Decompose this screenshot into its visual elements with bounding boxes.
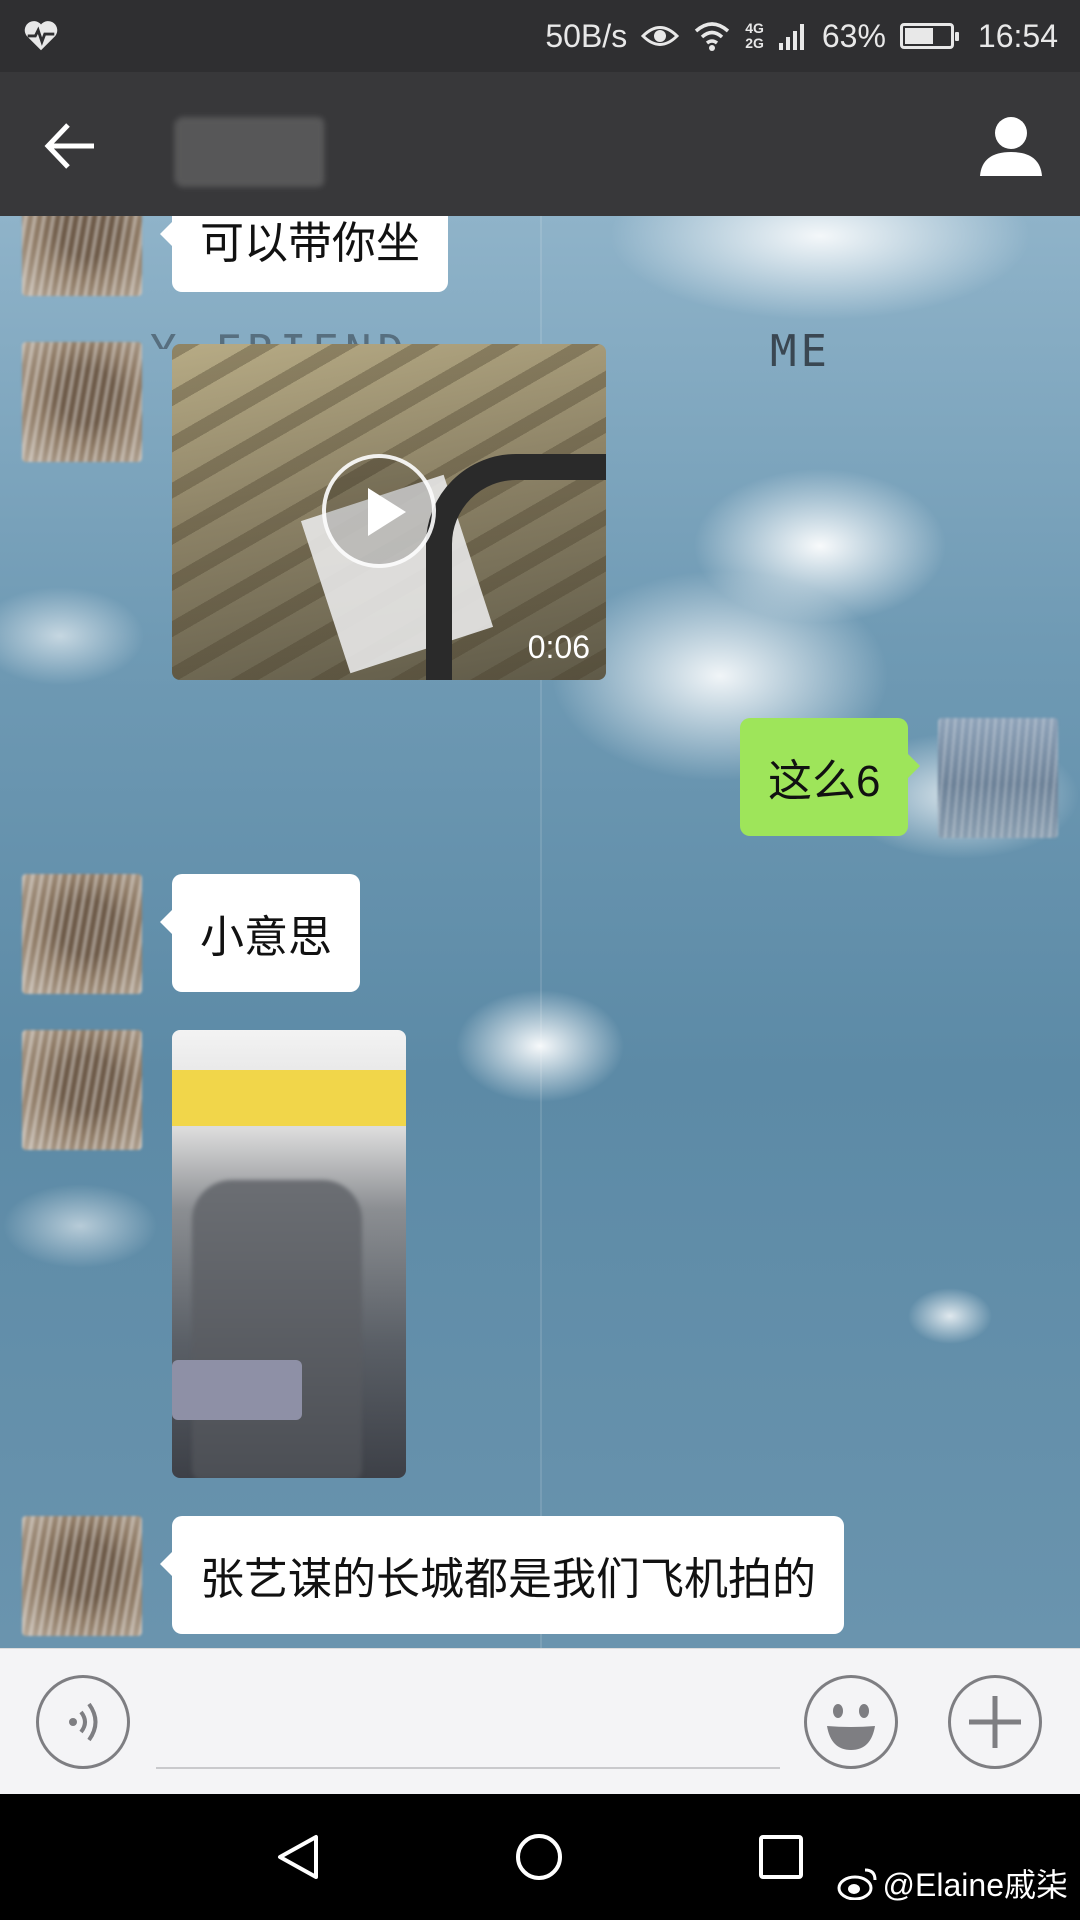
more-button[interactable] bbox=[948, 1675, 1042, 1769]
battery-icon bbox=[899, 23, 959, 49]
network-type-bottom: 2G bbox=[745, 35, 764, 51]
arrow-left-icon[interactable] bbox=[40, 116, 100, 176]
image-message[interactable] bbox=[172, 1030, 406, 1478]
person-icon[interactable] bbox=[978, 112, 1044, 178]
status-bar: 50B/s 4G 2G 63% 16:54 bbox=[0, 0, 1080, 72]
play-icon[interactable] bbox=[322, 454, 436, 568]
message-bubble-outgoing[interactable]: 这么6 bbox=[740, 718, 922, 836]
friend-avatar[interactable] bbox=[22, 342, 142, 462]
message-text: 张艺谋的长城都是我们飞机拍的 bbox=[200, 1555, 816, 1604]
wifi-icon bbox=[695, 22, 730, 51]
home-circle-icon[interactable] bbox=[514, 1832, 564, 1882]
navigation-bar: @Elaine戚柒 bbox=[0, 1794, 1080, 1920]
battery-percent: 63% bbox=[821, 17, 886, 54]
video-duration: 0:06 bbox=[527, 629, 590, 665]
chat-header bbox=[0, 72, 1080, 216]
heart-monitor-icon bbox=[24, 21, 58, 51]
photo-pilot bbox=[192, 1180, 362, 1478]
watermark-text: @Elaine戚柒 bbox=[882, 1867, 1068, 1903]
emoji-button[interactable] bbox=[804, 1675, 898, 1769]
message-text: 可以带你坐 bbox=[200, 219, 420, 268]
message-text: 这么6 bbox=[768, 757, 881, 806]
message-text: 小意思 bbox=[200, 913, 332, 962]
back-triangle-icon[interactable] bbox=[274, 1832, 324, 1882]
plus-icon bbox=[969, 1696, 1021, 1748]
friend-avatar[interactable] bbox=[22, 216, 142, 296]
message-bubble[interactable]: 可以带你坐 bbox=[160, 216, 448, 292]
voice-button[interactable] bbox=[36, 1675, 130, 1769]
net-speed: 50B/s bbox=[545, 17, 628, 54]
eye-icon bbox=[641, 26, 680, 46]
wallpaper-me-label: ME bbox=[770, 326, 831, 377]
my-avatar[interactable] bbox=[938, 718, 1058, 838]
smiley-icon bbox=[827, 1704, 875, 1750]
weibo-icon bbox=[837, 1868, 877, 1900]
clock: 16:54 bbox=[977, 17, 1058, 54]
friend-avatar[interactable] bbox=[22, 1030, 142, 1150]
network-type-top: 4G bbox=[745, 20, 764, 36]
message-bubble[interactable]: 张艺谋的长城都是我们飞机拍的 bbox=[160, 1516, 844, 1634]
signal-icon bbox=[778, 24, 804, 50]
message-input[interactable] bbox=[156, 1767, 780, 1769]
friend-avatar[interactable] bbox=[22, 1516, 142, 1636]
watermark: @Elaine戚柒 bbox=[837, 1860, 1068, 1906]
network-type: 4G 2G bbox=[745, 21, 764, 51]
recents-square-icon[interactable] bbox=[756, 1832, 806, 1882]
message-bubble[interactable]: 小意思 bbox=[160, 874, 360, 992]
input-bar bbox=[0, 1648, 1080, 1795]
photo-helicopter-frame bbox=[172, 1070, 406, 1126]
chat-area[interactable]: Y FRIEND ME 可以带你坐 0:06 这么6 小意思 张艺谋的长城都是我… bbox=[0, 216, 1080, 1648]
voice-icon bbox=[69, 1702, 98, 1742]
friend-avatar[interactable] bbox=[22, 874, 142, 994]
video-message[interactable]: 0:06 bbox=[172, 344, 606, 680]
chat-title-redacted bbox=[175, 117, 325, 187]
photo-seat bbox=[172, 1360, 302, 1420]
